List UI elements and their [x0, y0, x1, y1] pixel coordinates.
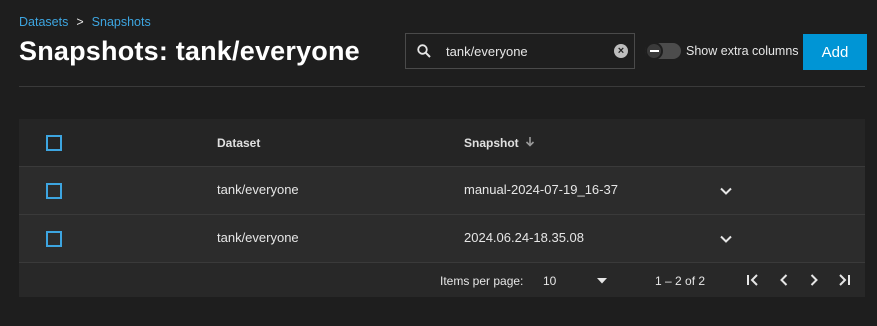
toggle-switch[interactable]	[645, 42, 681, 60]
table-row[interactable]: tank/everyone 2024.06.24-18.35.08	[19, 215, 865, 263]
chevron-down-icon[interactable]	[719, 232, 733, 246]
next-page-icon[interactable]	[807, 273, 821, 287]
last-page-icon[interactable]	[837, 273, 851, 287]
select-all-checkbox[interactable]	[46, 135, 62, 151]
dropdown-arrow-icon[interactable]	[597, 278, 607, 284]
table-header-row: Dataset Snapshot	[19, 119, 865, 167]
row-dataset: tank/everyone	[217, 230, 299, 245]
row-checkbox[interactable]	[46, 231, 62, 247]
search-input[interactable]: tank/everyone ×	[405, 33, 635, 69]
breadcrumb-datasets[interactable]: Datasets	[19, 15, 68, 29]
paginator: Items per page: 10 1 – 2 of 2	[19, 263, 865, 297]
previous-page-icon[interactable]	[777, 273, 791, 287]
sort-arrow-icon	[525, 137, 534, 147]
breadcrumb-separator: >	[76, 15, 84, 29]
toggle-label: Show extra columns	[686, 44, 799, 58]
header-divider	[19, 86, 865, 87]
show-extra-columns-toggle[interactable]: Show extra columns	[645, 42, 799, 60]
add-button[interactable]: Add	[803, 34, 867, 70]
row-dataset: tank/everyone	[217, 182, 299, 197]
breadcrumb-snapshots[interactable]: Snapshots	[92, 15, 151, 29]
clear-icon[interactable]: ×	[614, 44, 628, 58]
first-page-icon[interactable]	[746, 273, 760, 287]
items-per-page-select[interactable]: 10	[543, 274, 556, 288]
chevron-down-icon[interactable]	[719, 184, 733, 198]
table-row[interactable]: tank/everyone manual-2024-07-19_16-37	[19, 167, 865, 215]
column-header-snapshot[interactable]: Snapshot	[464, 136, 535, 150]
page-range: 1 – 2 of 2	[655, 274, 706, 288]
toggle-knob	[645, 42, 663, 60]
search-value[interactable]: tank/everyone	[446, 44, 614, 59]
items-per-page-label: Items per page:	[440, 274, 524, 288]
breadcrumb: Datasets > Snapshots	[19, 15, 151, 29]
column-header-dataset[interactable]: Dataset	[217, 136, 260, 150]
snapshots-table: Dataset Snapshot tank/everyone manual-20…	[19, 119, 865, 297]
column-header-snapshot-label: Snapshot	[464, 136, 519, 150]
row-snapshot: 2024.06.24-18.35.08	[464, 230, 584, 245]
row-snapshot: manual-2024-07-19_16-37	[464, 182, 618, 197]
page-title: Snapshots: tank/everyone	[19, 36, 360, 66]
search-icon	[417, 44, 431, 58]
row-checkbox[interactable]	[46, 183, 62, 199]
